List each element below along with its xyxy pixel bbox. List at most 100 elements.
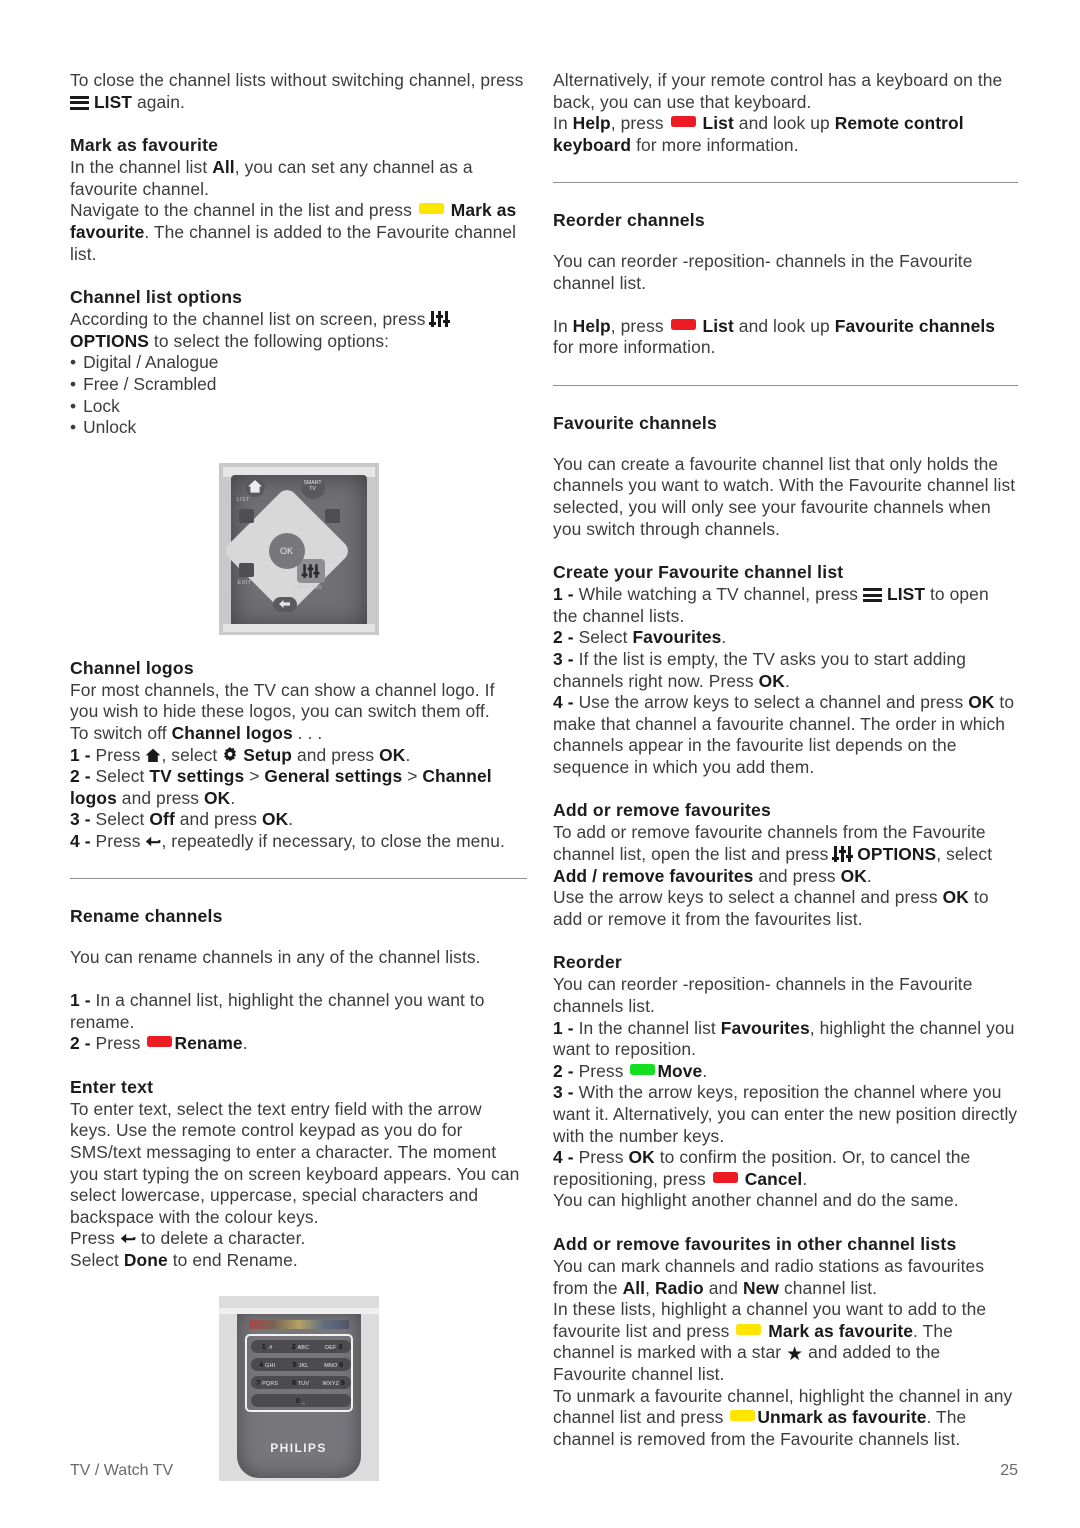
section-heading-rename-channels: Rename channels bbox=[70, 906, 223, 927]
left-column: To close the channel lists without switc… bbox=[70, 70, 528, 1503]
other-lists-text-b: channel list. bbox=[779, 1277, 878, 1298]
help-label: Help bbox=[572, 113, 611, 134]
help-text-c: and look up bbox=[733, 113, 835, 134]
reorder-step2-text-a: Press bbox=[573, 1060, 629, 1081]
ok-key-label: OK bbox=[758, 670, 785, 691]
options-text-a: According to the channel list on screen,… bbox=[70, 309, 431, 330]
move-key-label: Move bbox=[657, 1060, 703, 1081]
page-footer: TV / Watch TV 25 bbox=[70, 1462, 1018, 1480]
green-key-chip bbox=[630, 1063, 656, 1075]
add-remove-favourites-section: Add or remove favourites To add or remov… bbox=[553, 799, 1018, 930]
list-item: Lock bbox=[70, 396, 527, 418]
list-key-label: List bbox=[702, 315, 734, 336]
star-icon: ★ bbox=[786, 1344, 804, 1366]
list-button bbox=[238, 508, 254, 523]
keypad-row-zero: 0 _ bbox=[250, 1393, 351, 1407]
key-9: WXYZ 9 bbox=[322, 1377, 346, 1387]
step-number: 2 - bbox=[70, 766, 91, 787]
home-icon bbox=[146, 748, 161, 762]
key-7: 7 PQRS bbox=[256, 1377, 279, 1387]
options-key-label: OPTIONS bbox=[857, 844, 937, 865]
help-text-d: for more information. bbox=[631, 134, 799, 155]
yellow-key-chip bbox=[418, 203, 444, 215]
keypad-row: 1 .# 2 ABC DEF 3 bbox=[250, 1339, 351, 1353]
switch-off-text-b: . . . bbox=[292, 722, 323, 743]
section-heading-enter-text: Enter text bbox=[70, 1076, 154, 1097]
done-text-a: Select bbox=[70, 1250, 124, 1270]
section-divider bbox=[553, 384, 1018, 386]
reorder-step4-text-a: Press bbox=[573, 1147, 629, 1168]
rename-channels-paragraph: You can rename channels in any of the ch… bbox=[70, 947, 481, 968]
yellow-key-chip bbox=[736, 1323, 762, 1335]
ok-key-label: OK bbox=[628, 1147, 655, 1168]
favourite-channels-topic: Favourite channels bbox=[834, 315, 996, 336]
delete-char-text-a: Press bbox=[70, 1228, 120, 1249]
step-number: 2 - bbox=[553, 1060, 574, 1081]
cancel-key-label: Cancel bbox=[744, 1168, 803, 1189]
ok-key-label: OK bbox=[261, 809, 289, 830]
switch-off-text-a: To switch off bbox=[70, 722, 172, 743]
step-number: 2 - bbox=[70, 1033, 91, 1054]
close-channel-lists-paragraph: To close the channel lists without switc… bbox=[70, 70, 527, 113]
numeric-keypad: 1 .# 2 ABC DEF 3 4 GHI 5 JKL MNO 6 7 PQR… bbox=[244, 1333, 353, 1412]
smart-tv-label: SMART TV bbox=[303, 480, 322, 492]
section-heading-reorder-channels: Reorder channels bbox=[553, 210, 705, 231]
rename-channels-section: Rename channels You can rename channels … bbox=[70, 905, 527, 1054]
section-heading-other-channel-lists: Add or remove favourites in other channe… bbox=[553, 1233, 957, 1254]
list-item: Free / Scrambled bbox=[70, 374, 527, 396]
ok-key-label: OK bbox=[379, 744, 406, 765]
remote-top-edge bbox=[218, 1307, 379, 1314]
ok-key-label: OK bbox=[968, 692, 995, 713]
key-6: MNO 6 bbox=[324, 1359, 344, 1369]
step1-text-c: and press bbox=[292, 744, 380, 765]
options-key-label: OPTIONS bbox=[70, 330, 149, 351]
mark-as-favourite-key-label: Mark as favourite bbox=[768, 1320, 914, 1341]
step2-text-a: Select bbox=[95, 766, 150, 787]
red-key-chip bbox=[670, 116, 696, 128]
help-text-a: In bbox=[553, 315, 573, 336]
mark-fav-text-a: In the channel list bbox=[70, 157, 213, 178]
step-number: 1 - bbox=[70, 990, 91, 1011]
help-text-b: , press bbox=[610, 315, 669, 336]
step-number: 1 - bbox=[70, 744, 91, 765]
list-key-label: List bbox=[702, 113, 734, 134]
create-step2-text-a: Select bbox=[573, 627, 633, 648]
section-heading-add-remove-favourites: Add or remove favourites bbox=[553, 800, 771, 821]
step1-text-d: . bbox=[405, 744, 411, 765]
document-page: To close the channel lists without switc… bbox=[0, 0, 1080, 1528]
step-number: 4 - bbox=[70, 830, 91, 851]
rename-key-label: Rename bbox=[174, 1033, 243, 1054]
keypad-row: 4 GHI 5 JKL MNO 6 bbox=[250, 1357, 351, 1371]
section-heading-reorder: Reorder bbox=[553, 952, 622, 973]
keyboard-note-paragraph: Alternatively, if your remote control ha… bbox=[553, 70, 1003, 112]
list-icon bbox=[863, 588, 883, 603]
ok-button: OK bbox=[268, 532, 305, 569]
step2-text-b: and press bbox=[116, 787, 205, 808]
key-5: 5 JKL bbox=[292, 1359, 309, 1369]
smart-tv-button: SMART TV bbox=[300, 474, 325, 499]
step3-text-b: and press bbox=[174, 809, 262, 830]
mark-fav-text-c: Navigate to the channel in the list and … bbox=[70, 200, 417, 221]
list-button-label: LIST bbox=[236, 496, 250, 503]
intro-text-part1: To close the channel lists without switc… bbox=[70, 70, 524, 90]
enter-text-paragraph: To enter text, select the text entry fie… bbox=[70, 1098, 520, 1227]
new-label: New bbox=[742, 1277, 780, 1298]
step-number: 4 - bbox=[553, 692, 574, 713]
list-item: Digital / Analogue bbox=[70, 352, 527, 374]
ok-label: OK bbox=[280, 545, 294, 556]
back-arrow-icon bbox=[120, 1234, 136, 1244]
channel-list-options-section: Channel list options According to the ch… bbox=[70, 286, 527, 439]
two-column-layout: To close the channel lists without switc… bbox=[70, 70, 1018, 1503]
step3-text-a: Select bbox=[95, 809, 150, 830]
channel-logos-bold: Channel logos bbox=[171, 722, 293, 743]
other-lists-and: and bbox=[703, 1277, 743, 1298]
tv-settings-label: TV settings bbox=[149, 766, 245, 787]
favourite-channels-section: Favourite channels You can create a favo… bbox=[553, 412, 1018, 540]
section-heading-channel-logos: Channel logos bbox=[70, 657, 194, 678]
step-number: 1 - bbox=[553, 1017, 574, 1038]
yellow-key-chip bbox=[730, 1410, 756, 1422]
options-icon bbox=[429, 311, 451, 328]
back-button bbox=[272, 596, 297, 612]
key-2: 2 ABC bbox=[291, 1341, 310, 1351]
setup-label: Setup bbox=[243, 744, 293, 765]
